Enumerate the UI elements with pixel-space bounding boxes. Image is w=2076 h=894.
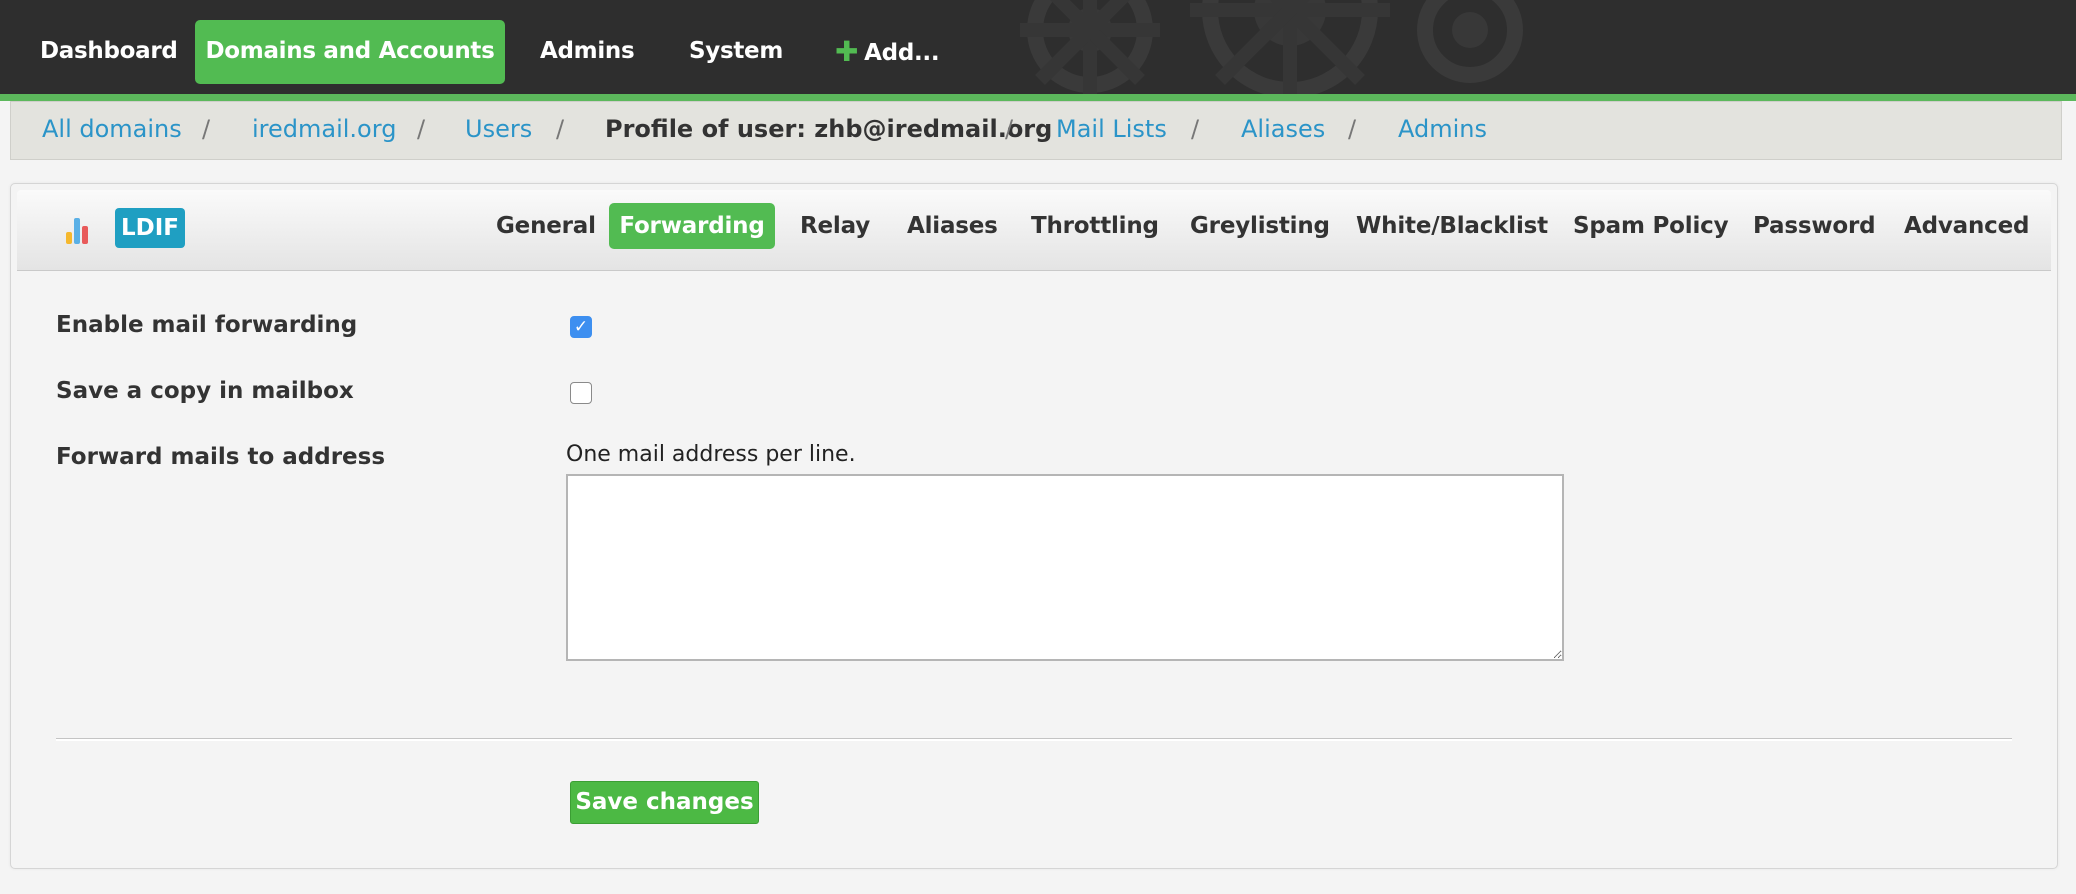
chart-icon xyxy=(66,218,88,244)
nav-admins[interactable]: Admins xyxy=(540,20,635,84)
breadcrumb-users[interactable]: Users xyxy=(465,115,532,143)
tab-general[interactable]: General xyxy=(496,203,596,249)
nav-dashboard[interactable]: Dashboard xyxy=(40,20,178,84)
breadcrumb-domain[interactable]: iredmail.org xyxy=(252,115,396,143)
tab-aliases[interactable]: Aliases xyxy=(907,203,998,249)
breadcrumb-admins[interactable]: Admins xyxy=(1398,115,1487,143)
tab-relay[interactable]: Relay xyxy=(800,203,870,249)
breadcrumb-separator: / xyxy=(1348,115,1357,143)
checkmark-icon: ✓ xyxy=(573,317,589,337)
nav-add-label: Add... xyxy=(864,40,940,66)
navbar-accent-stripe xyxy=(0,94,2076,101)
breadcrumb-separator: / xyxy=(556,115,565,143)
breadcrumb-all-domains[interactable]: All domains xyxy=(42,115,182,143)
breadcrumb-current-profile: Profile of user: zhb@iredmail.org xyxy=(605,115,1053,143)
breadcrumb-separator: / xyxy=(202,115,211,143)
tab-forwarding[interactable]: Forwarding xyxy=(609,203,775,249)
save-changes-button[interactable]: Save changes xyxy=(570,781,759,824)
tab-advanced[interactable]: Advanced xyxy=(1904,203,2029,249)
breadcrumb-mail-lists[interactable]: Mail Lists xyxy=(1056,115,1167,143)
tab-password[interactable]: Password xyxy=(1753,203,1876,249)
gears-decoration xyxy=(1020,0,1523,94)
breadcrumb-aliases[interactable]: Aliases xyxy=(1241,115,1325,143)
nav-domains-and-accounts[interactable]: Domains and Accounts xyxy=(195,20,505,84)
form-divider xyxy=(56,738,2012,741)
forward-hint: One mail address per line. xyxy=(566,442,856,467)
breadcrumb-separator: / xyxy=(1191,115,1200,143)
breadcrumb-separator: / xyxy=(1005,115,1014,143)
ldif-button[interactable]: LDIF xyxy=(115,208,185,248)
tab-spam-policy[interactable]: Spam Policy xyxy=(1573,203,1729,249)
forward-to-label: Forward mails to address xyxy=(56,444,386,470)
enable-forwarding-checkbox[interactable]: ✓ xyxy=(570,316,592,338)
nav-add[interactable]: ✚ Add... xyxy=(835,20,940,84)
forward-addresses-textarea[interactable] xyxy=(566,474,1564,661)
save-copy-checkbox[interactable] xyxy=(570,382,592,404)
plus-icon: ✚ xyxy=(835,35,859,68)
tab-greylisting[interactable]: Greylisting xyxy=(1190,203,1330,249)
tab-throttling[interactable]: Throttling xyxy=(1031,203,1159,249)
enable-forwarding-label: Enable mail forwarding xyxy=(56,312,358,338)
tab-white-blacklist[interactable]: White/Blacklist xyxy=(1356,203,1548,249)
save-copy-label: Save a copy in mailbox xyxy=(56,378,354,404)
breadcrumb-separator: / xyxy=(417,115,426,143)
nav-system[interactable]: System xyxy=(689,20,783,84)
